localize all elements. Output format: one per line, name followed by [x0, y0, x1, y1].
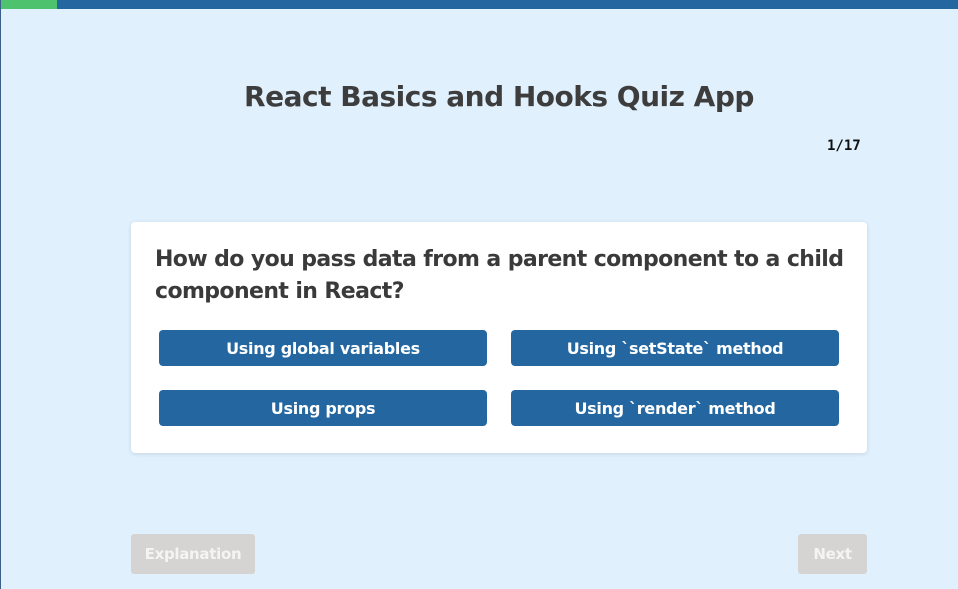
- answer-options: Using global variables Using `setState` …: [159, 330, 839, 426]
- page-title: React Basics and Hooks Quiz App: [244, 80, 754, 113]
- next-button[interactable]: Next: [798, 534, 867, 574]
- question-card: How do you pass data from a parent compo…: [131, 222, 867, 453]
- question-text: How do you pass data from a parent compo…: [155, 247, 844, 304]
- quiz-app: React Basics and Hooks Quiz App 1/17 How…: [0, 0, 958, 589]
- answer-button-props[interactable]: Using props: [159, 390, 487, 426]
- question-counter: 1/17: [827, 138, 861, 154]
- progress-bar-fill: [1, 0, 58, 9]
- answer-button-render[interactable]: Using `render` method: [511, 390, 839, 426]
- explanation-button[interactable]: Explanation: [131, 534, 255, 574]
- answer-button-global-variables[interactable]: Using global variables: [159, 330, 487, 366]
- progress-bar: [1, 0, 958, 9]
- answer-button-setstate[interactable]: Using `setState` method: [511, 330, 839, 366]
